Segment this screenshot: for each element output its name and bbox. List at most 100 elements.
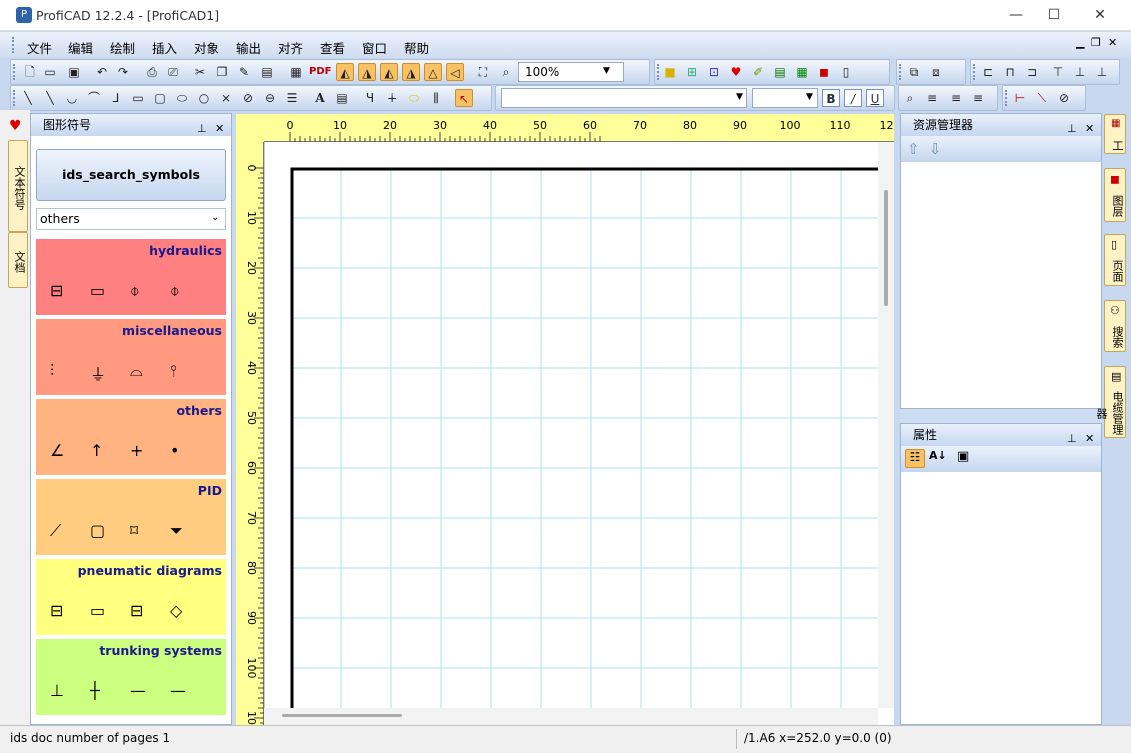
flip-vertical-icon[interactable]: ◮ <box>358 63 376 81</box>
bold-button[interactable]: B <box>822 89 840 107</box>
symbol-icon[interactable]: ⊟ <box>50 601 63 620</box>
menu-draw[interactable]: 绘制 <box>110 38 135 57</box>
print-preview-icon[interactable]: ⎙ <box>143 63 161 81</box>
cable-label-icon[interactable]: ⬭ <box>405 89 423 107</box>
category-card[interactable]: hydraulics ⊟ ▭ ⌽ ⌽ <box>36 239 226 315</box>
symbol-icon[interactable]: ▢ <box>90 521 105 540</box>
chevron-down-icon[interactable]: ⌄ <box>211 212 219 223</box>
polyline-icon[interactable]: ╲ <box>41 89 59 107</box>
cross-icon[interactable]: ⨯ <box>217 89 235 107</box>
symbol-icon[interactable]: ⊟ <box>130 601 143 620</box>
mirror-icon[interactable]: △ <box>424 63 442 81</box>
rotate-left-icon[interactable]: ◭ <box>380 63 398 81</box>
arrow-up-icon[interactable]: ⇧ <box>907 140 920 158</box>
category-card[interactable]: miscellaneous ⫶ ⏚ ⌓ ⫯ <box>36 319 226 395</box>
rotate-icon[interactable]: ◁ <box>446 63 464 81</box>
symbol-icon[interactable]: ⌑ <box>130 521 138 540</box>
align-top-icon[interactable]: ⊤ <box>1049 63 1067 81</box>
menu-output[interactable]: 输出 <box>236 38 261 57</box>
find-icon[interactable]: ⌕ <box>901 89 919 107</box>
font-dropdown-icon[interactable]: ▼ <box>736 92 743 102</box>
symbol-icon[interactable]: ↑ <box>90 441 103 460</box>
flip-horizontal-icon[interactable]: ◭ <box>336 63 354 81</box>
text-align-center-icon[interactable]: ≡ <box>947 89 965 107</box>
symbol-icon[interactable]: ⌽ <box>130 281 140 301</box>
symbol-icon[interactable]: ⫯ <box>170 361 177 381</box>
menu-help[interactable]: 帮助 <box>404 38 429 57</box>
connector-icon[interactable]: Ч <box>361 89 379 107</box>
arc-icon[interactable]: ◡ <box>63 89 81 107</box>
menu-window[interactable]: 窗口 <box>362 38 387 57</box>
line-icon[interactable]: ╲ <box>19 89 37 107</box>
vertical-scroll-thumb[interactable] <box>884 190 888 306</box>
save-icon[interactable]: ▣ <box>65 63 83 81</box>
text-align-left-icon[interactable]: ≡ <box>923 89 941 107</box>
sort-az-icon[interactable]: A↓ <box>929 449 947 462</box>
symbol-icon[interactable]: ▭ <box>90 601 105 620</box>
paste-icon[interactable]: ▤ <box>258 63 276 81</box>
symbol-icon[interactable]: — <box>170 681 186 700</box>
ungroup-icon[interactable]: ⧈ <box>927 63 945 81</box>
symbol-icon[interactable]: ⫶ <box>50 361 54 381</box>
open-folder-icon[interactable]: ▭ <box>41 63 59 81</box>
align-left-icon[interactable]: ⊏ <box>979 63 997 81</box>
copy-icon[interactable]: ❐ <box>213 63 231 81</box>
heart-icon[interactable]: ♥ <box>727 63 745 81</box>
align-bottom-icon[interactable]: ⊥ <box>1093 63 1111 81</box>
net-icon[interactable]: ⊡ <box>705 63 723 81</box>
circle-icon[interactable]: ○ <box>195 89 213 107</box>
new-file-icon[interactable]: 🗋 <box>21 63 39 81</box>
text-align-right-icon[interactable]: ≡ <box>969 89 987 107</box>
arc-shape-icon[interactable]: ⊘ <box>239 89 257 107</box>
menu-edit[interactable]: 编辑 <box>68 38 93 57</box>
menu-align[interactable]: 对齐 <box>278 38 303 57</box>
mdi-close-button[interactable]: ✕ <box>1108 36 1117 49</box>
hatch-icon[interactable]: ☰ <box>283 89 301 107</box>
symbol-icon[interactable]: ⌽ <box>170 281 180 301</box>
tab-text-symbols[interactable]: 文本符号 <box>8 140 28 232</box>
ellipse-icon[interactable]: ⬭ <box>173 89 191 107</box>
rectangle-icon[interactable]: ▭ <box>129 89 147 107</box>
symbol-icon[interactable]: ▭ <box>90 281 105 300</box>
layers-icon[interactable]: ◼ <box>815 63 833 81</box>
symbol-icon[interactable]: • <box>170 441 179 460</box>
symbol-icon[interactable]: ◇ <box>170 601 182 620</box>
hierarchy-icon[interactable]: ⊞ <box>683 63 701 81</box>
menu-view[interactable]: 查看 <box>320 38 345 57</box>
symbol-icon[interactable]: ⌓ <box>130 361 143 381</box>
zoom-icon[interactable]: ⌕ <box>497 63 515 81</box>
zoom-fit-icon[interactable]: ⛶ <box>474 63 492 81</box>
print-icon[interactable]: ⎚ <box>164 63 182 81</box>
horizontal-scroll-thumb[interactable] <box>282 714 402 717</box>
symbol-icon[interactable]: ┼ <box>90 681 100 700</box>
drawing-canvas[interactable] <box>264 142 894 725</box>
pin-icon[interactable]: ⊥ <box>197 118 207 140</box>
close-window-button[interactable]: ✕ <box>1077 0 1123 31</box>
symbol-icon[interactable]: ⟋ <box>50 521 61 541</box>
pie-icon[interactable]: ⊖ <box>261 89 279 107</box>
select-arrow-icon[interactable]: ↖ <box>455 89 473 107</box>
symbol-icon[interactable]: ⏚ <box>90 361 106 385</box>
mdi-restore-button[interactable]: ❐ <box>1091 36 1101 49</box>
chip-icon[interactable]: ▤ <box>771 63 789 81</box>
bus-icon[interactable]: ⫼ <box>427 89 445 107</box>
align-middle-icon[interactable]: ⊥ <box>1071 63 1089 81</box>
category-card[interactable]: PID ⟋ ▢ ⌑ ⏷ <box>36 479 226 555</box>
export-image-icon[interactable]: ▦ <box>287 63 305 81</box>
symbol-icon[interactable]: ⊥ <box>50 681 64 700</box>
menu-file[interactable]: 文件 <box>27 38 52 57</box>
size-dropdown-icon[interactable]: ▼ <box>806 92 813 102</box>
category-select[interactable]: others <box>36 208 226 230</box>
dimension-icon[interactable]: ⊢ <box>1011 89 1029 107</box>
favorites-heart-icon[interactable]: ♥ <box>9 118 22 134</box>
symbol-icon[interactable]: ⏷ <box>170 521 183 541</box>
node-icon[interactable]: ∔ <box>383 89 401 107</box>
menu-object[interactable]: 对象 <box>194 38 219 57</box>
format-painter-icon[interactable]: ✎ <box>235 63 253 81</box>
categorized-icon[interactable]: ☷ <box>905 449 925 468</box>
folder-icon[interactable]: ■ <box>661 63 679 81</box>
menu-insert[interactable]: 插入 <box>152 38 177 57</box>
curve-icon[interactable]: ⌒ <box>85 89 103 107</box>
underline-button[interactable]: U <box>866 89 884 107</box>
textbox-icon[interactable]: ▤ <box>333 89 351 107</box>
